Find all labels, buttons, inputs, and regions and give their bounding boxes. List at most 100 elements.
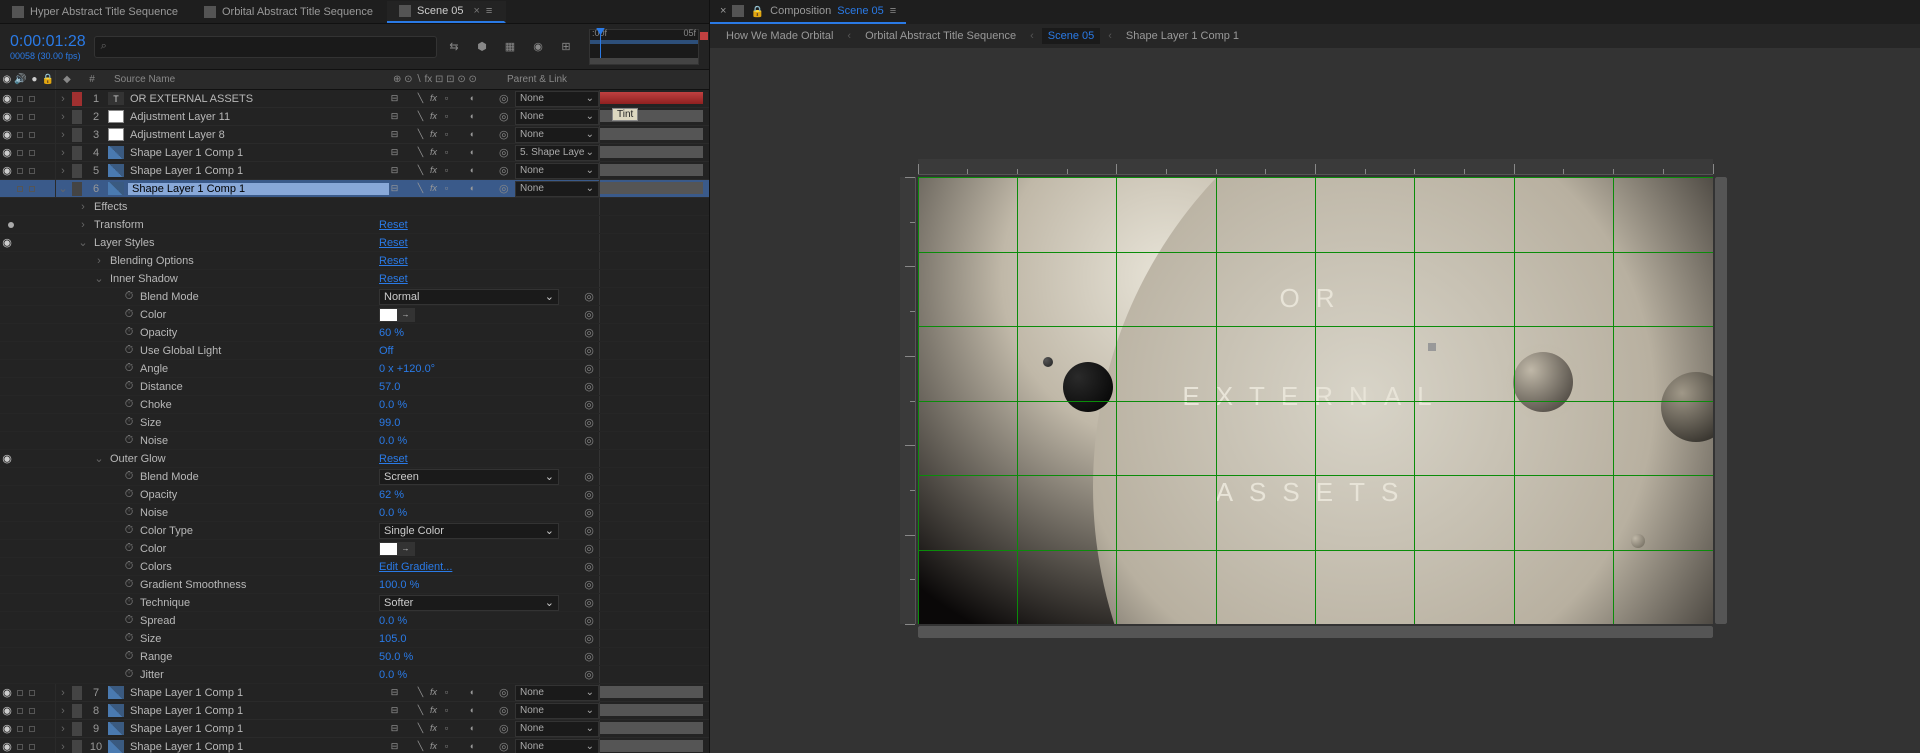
visibility-toggle[interactable]: ◉ (0, 92, 14, 105)
layer-switches[interactable]: ⊟╲ fx ▫◐ (389, 93, 499, 104)
parent-dropdown[interactable]: None⌄ (515, 685, 599, 701)
property-row[interactable]: ⏱ Size 105.0 ◎ (0, 630, 709, 648)
visibility-toggle[interactable]: ◉ (0, 128, 14, 141)
property-row[interactable]: ◉ ⌄ Layer Styles Reset (0, 234, 709, 252)
layer-duration-bar[interactable] (600, 722, 703, 734)
expand-toggle[interactable]: › (56, 687, 70, 699)
expression-pickwhip-icon[interactable]: ◎ (584, 543, 594, 555)
layer-duration-bar[interactable] (600, 92, 703, 104)
parent-dropdown[interactable]: None⌄ (515, 109, 599, 125)
eye-column-icon[interactable]: ◉ (0, 74, 14, 85)
property-row[interactable]: ⏱ Choke 0.0 % ◎ (0, 396, 709, 414)
comp-flowchart-icon[interactable]: ⇆ (445, 38, 463, 56)
expand-toggle[interactable]: › (56, 705, 70, 717)
property-value[interactable]: 0 x +120.0° (379, 363, 435, 375)
property-value-link[interactable]: Reset (379, 219, 408, 231)
property-row[interactable]: ⏱ Angle 0 x +120.0° ◎ (0, 360, 709, 378)
property-dropdown[interactable]: Softer⌄ (379, 595, 559, 611)
property-value[interactable]: 0.0 % (379, 399, 407, 411)
fx-icon[interactable]: fx (428, 111, 439, 122)
breadcrumb-item[interactable]: Shape Layer 1 Comp 1 (1120, 28, 1245, 44)
fx-icon[interactable]: fx (428, 705, 439, 716)
property-row[interactable]: ⏱ Color → ◎ (0, 306, 709, 324)
pickwhip-icon[interactable]: ◎ (499, 146, 513, 160)
draft3d-icon[interactable]: ⬢ (473, 38, 491, 56)
property-value[interactable]: 100.0 % (379, 579, 419, 591)
property-value-link[interactable]: Reset (379, 255, 408, 267)
label-column[interactable]: ◆ (56, 74, 78, 85)
timeline-tab[interactable]: Scene 05 ×≡ (387, 1, 506, 23)
stopwatch-icon[interactable]: ⏱ (122, 614, 136, 627)
stopwatch-icon[interactable]: ⏱ (122, 362, 136, 375)
stopwatch-icon[interactable]: ⏱ (122, 326, 136, 339)
property-value[interactable]: 60 % (379, 327, 404, 339)
visibility-toggle[interactable]: ◉ (0, 722, 14, 735)
visibility-toggle[interactable]: ◉ (0, 164, 14, 177)
expression-pickwhip-icon[interactable]: ◎ (584, 507, 594, 519)
layer-row[interactable]: ◉ › 4 Shape Layer 1 Comp 1 ⊟╲ fx ▫◐ ◎ 5.… (0, 144, 709, 162)
stopwatch-icon[interactable]: ⏱ (122, 434, 136, 447)
expand-toggle[interactable]: › (56, 165, 70, 177)
color-picker[interactable]: → (379, 542, 415, 556)
fx-icon[interactable]: fx (428, 165, 439, 176)
expression-pickwhip-icon[interactable]: ◎ (584, 651, 594, 663)
property-row[interactable]: › Blending Options Reset (0, 252, 709, 270)
layer-name[interactable]: Shape Layer 1 Comp 1 (128, 147, 389, 159)
property-value-link[interactable]: Reset (379, 453, 408, 465)
expand-toggle[interactable]: ⌄ (92, 452, 106, 465)
layer-row[interactable]: ◉ › 8 Shape Layer 1 Comp 1 ⊟╲ fx ▫◐ ◎ No… (0, 702, 709, 720)
fx-icon[interactable]: fx (428, 687, 439, 698)
layer-name[interactable]: Shape Layer 1 Comp 1 (128, 741, 389, 753)
expression-pickwhip-icon[interactable]: ◎ (584, 363, 594, 375)
layer-row[interactable]: ◉ › 7 Shape Layer 1 Comp 1 ⊟╲ fx ▫◐ ◎ No… (0, 684, 709, 702)
expand-toggle[interactable]: › (76, 201, 90, 213)
expand-toggle[interactable]: › (56, 111, 70, 123)
panel-menu-icon[interactable]: ≡ (486, 5, 492, 17)
stopwatch-icon[interactable]: ⏱ (122, 668, 136, 681)
stopwatch-icon[interactable]: ⏱ (122, 488, 136, 501)
ruler-vertical[interactable] (900, 177, 916, 624)
layer-search-input[interactable]: ⌕ (94, 36, 437, 58)
visibility-toggle[interactable]: ◉ (0, 704, 14, 717)
layer-name[interactable]: Shape Layer 1 Comp 1 (128, 705, 389, 717)
layer-duration-bar[interactable] (600, 686, 703, 698)
stopwatch-icon[interactable]: ⏱ (122, 650, 136, 663)
stopwatch-icon[interactable]: ⏱ (122, 344, 136, 357)
composition-viewer[interactable]: OR EXTERNAL ASSETS (710, 48, 1920, 753)
property-row[interactable]: ⏱ Spread 0.0 % ◎ (0, 612, 709, 630)
expand-toggle[interactable]: ⌄ (92, 272, 106, 285)
layer-switches[interactable]: ⊟╲ fx ▫◐ (389, 741, 499, 752)
property-row[interactable]: ⏱ Blend Mode Normal⌄ ◎ (0, 288, 709, 306)
parent-dropdown[interactable]: None⌄ (515, 181, 599, 197)
expression-pickwhip-icon[interactable]: ◎ (584, 615, 594, 627)
color-label[interactable] (72, 740, 82, 753)
layer-duration-bar[interactable] (600, 146, 703, 158)
stopwatch-icon[interactable]: ⏱ (122, 398, 136, 411)
expression-pickwhip-icon[interactable]: ◎ (584, 309, 594, 321)
property-value-link[interactable]: Edit Gradient... (379, 561, 452, 573)
stopwatch-icon[interactable]: ⏱ (122, 416, 136, 429)
layer-name[interactable]: OR EXTERNAL ASSETS (128, 93, 389, 105)
layer-duration-bar[interactable] (600, 704, 703, 716)
switches-column[interactable]: ⊕ ⊙ ∖ fx ⊡ ⊡ ⊙ ⊙ (389, 74, 499, 85)
stopwatch-icon[interactable]: ⏱ (122, 524, 136, 537)
expression-pickwhip-icon[interactable]: ◎ (584, 489, 594, 501)
color-label[interactable] (72, 110, 82, 124)
property-row[interactable]: ⏱ Opacity 62 % ◎ (0, 486, 709, 504)
property-row[interactable]: ⏱ Jitter 0.0 % ◎ (0, 666, 709, 684)
pickwhip-icon[interactable]: ◎ (499, 722, 513, 736)
property-row[interactable]: ⏱ Opacity 60 % ◎ (0, 324, 709, 342)
expression-pickwhip-icon[interactable]: ◎ (584, 345, 594, 357)
layer-switches[interactable]: ⊟╲ fx ▫◐ (389, 183, 499, 194)
property-dropdown[interactable]: Screen⌄ (379, 469, 559, 485)
parent-dropdown[interactable]: None⌄ (515, 739, 599, 753)
expand-toggle[interactable]: › (56, 147, 70, 159)
property-row[interactable]: ⏱ Size 99.0 ◎ (0, 414, 709, 432)
timeline-tab[interactable]: Orbital Abstract Title Sequence (192, 2, 387, 22)
expression-pickwhip-icon[interactable]: ◎ (584, 327, 594, 339)
parent-link-column[interactable]: Parent & Link (499, 74, 599, 85)
layer-switches[interactable]: ⊟╲ fx ▫◐ (389, 111, 499, 122)
property-row[interactable]: ⏱ Range 50.0 % ◎ (0, 648, 709, 666)
property-value[interactable]: 62 % (379, 489, 404, 501)
expand-toggle[interactable]: › (56, 741, 70, 753)
